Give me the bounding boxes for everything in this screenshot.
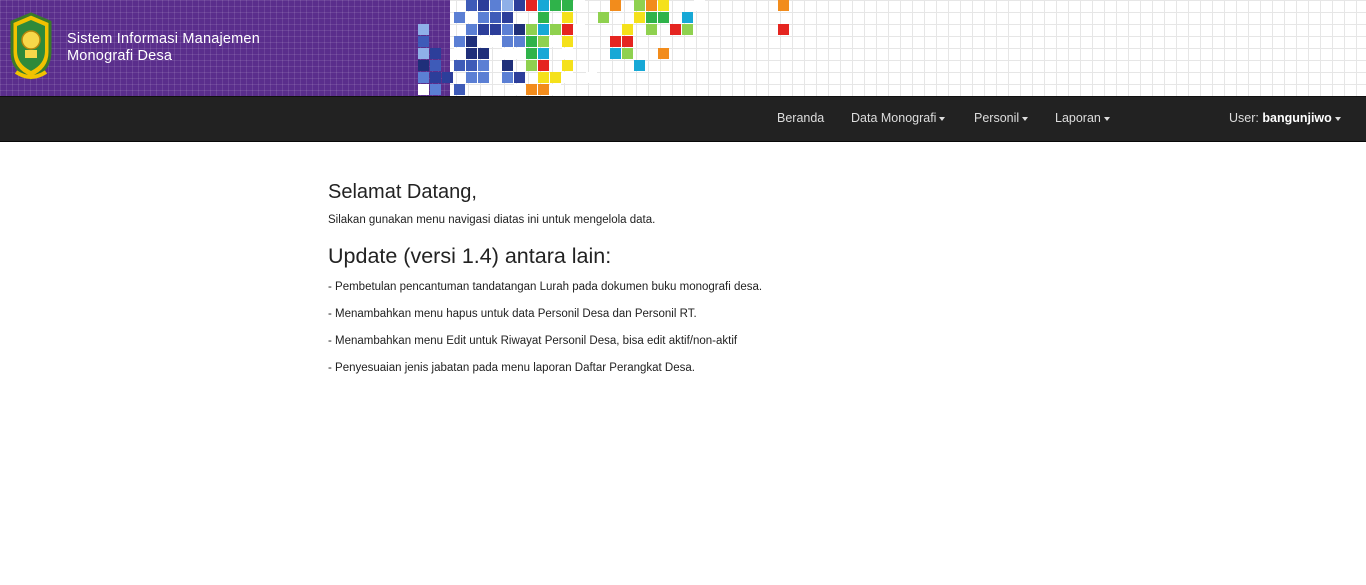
village-emblem-icon — [10, 12, 52, 80]
update-list: - Pembetulan pencantuman tandatangan Lur… — [328, 280, 1028, 375]
caret-down-icon — [1334, 116, 1341, 121]
app-title-line1: Sistem Informasi Manajemen — [67, 31, 260, 47]
nav-label: Personil — [974, 111, 1020, 125]
user-menu[interactable]: User: bangunjiwo — [1229, 111, 1341, 125]
caret-down-icon — [939, 116, 946, 121]
app-title: Sistem Informasi Manajemen Monografi Des… — [67, 31, 260, 65]
nav-item-personil[interactable]: Personil — [974, 111, 1029, 125]
nav-label: Laporan — [1055, 111, 1101, 125]
main-content: Selamat Datang, Silakan gunakan menu nav… — [328, 180, 1028, 388]
nav-item-laporan[interactable]: Laporan — [1055, 111, 1110, 125]
list-item: - Penyesuaian jenis jabatan pada menu la… — [328, 362, 695, 374]
list-item: - Menambahkan menu Edit untuk Riwayat Pe… — [328, 335, 738, 347]
caret-down-icon — [1103, 116, 1110, 121]
user-prefix: User: — [1229, 111, 1259, 125]
welcome-text: Silakan gunakan menu navigasi diatas ini… — [328, 214, 656, 226]
app-title-line2: Monografi Desa — [67, 48, 173, 64]
caret-down-icon — [1022, 116, 1029, 121]
nav-label: Beranda — [777, 111, 825, 125]
nav-item-data-monografi[interactable]: Data Monografi — [851, 111, 946, 125]
nav-item-beranda[interactable]: Beranda — [777, 111, 824, 125]
user-name: bangunjiwo — [1262, 111, 1332, 125]
list-item: - Menambahkan menu hapus untuk data Pers… — [328, 308, 697, 320]
nav-label: Data Monografi — [851, 111, 937, 125]
header-banner: Sistem Informasi Manajemen Monografi Des… — [0, 0, 1366, 96]
top-navbar: Beranda Data Monografi Personil Laporan … — [0, 96, 1366, 142]
list-item: - Pembetulan pencantuman tandatangan Lur… — [328, 281, 763, 293]
welcome-title: Selamat Datang, — [328, 181, 477, 203]
update-title: Update (versi 1.4) antara lain: — [328, 244, 612, 268]
